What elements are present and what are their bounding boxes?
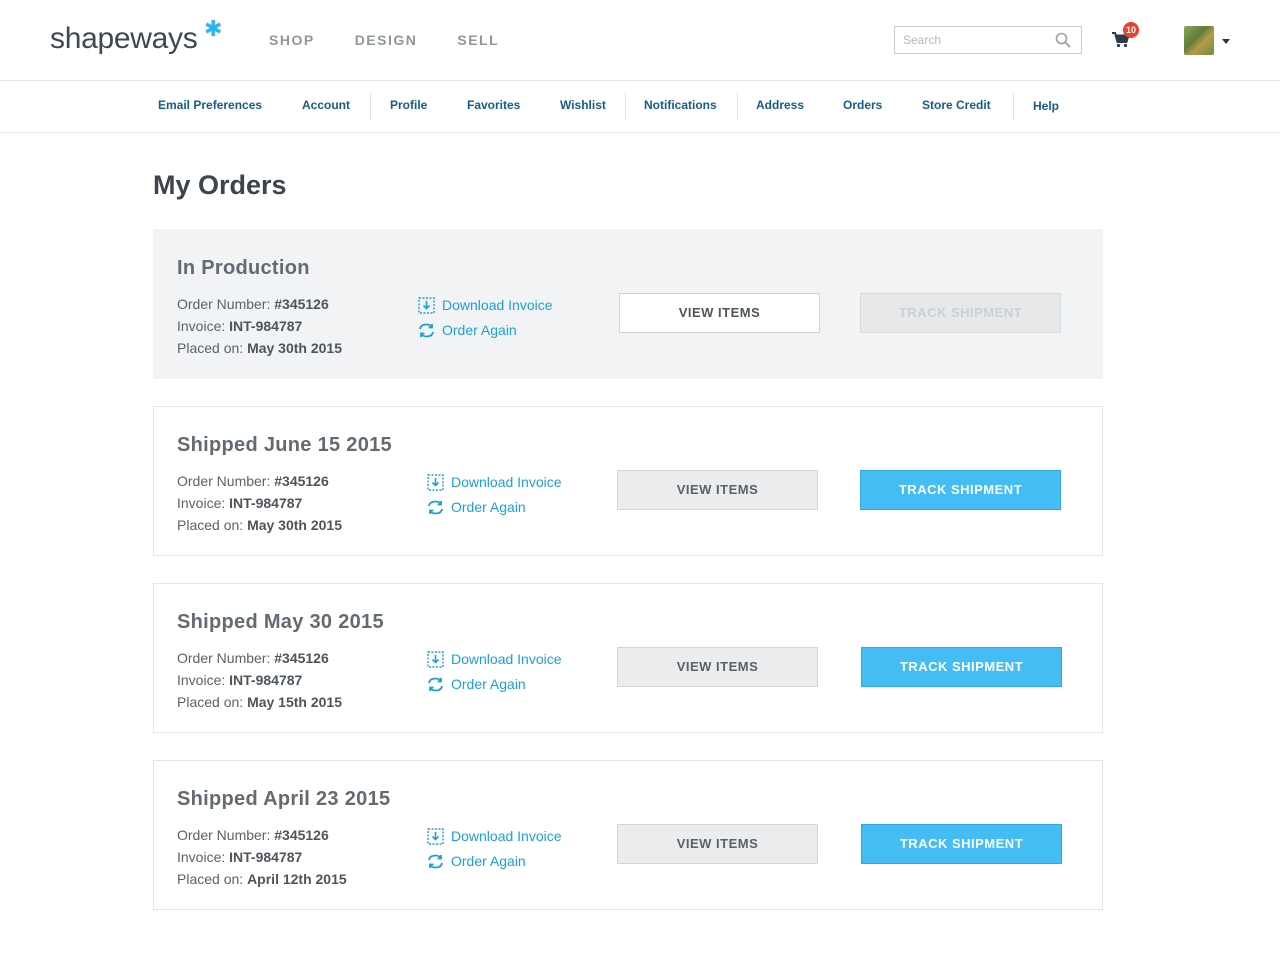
order-details: Order Number: #345126 Invoice: INT-98478… [177,293,342,359]
order-details: Order Number: #345126 Invoice: INT-98478… [177,647,342,713]
placed-on-label: Placed on: [177,340,244,356]
order-links: Download Invoice Order Again [427,470,562,520]
subnav-account[interactable]: Account [302,98,350,112]
order-number-value: #345126 [274,296,329,312]
view-items-button[interactable]: VIEW ITEMS [617,647,818,687]
track-shipment-button: TRACK SHIPMENT [860,293,1061,333]
download-invoice-icon [427,651,444,668]
subnav-divider [1013,93,1014,120]
placed-on-value: May 30th 2015 [247,340,343,356]
placed-on-label: Placed on: [177,871,244,887]
shapeways-logo[interactable]: shapeways ✱ [50,16,222,56]
subnav-orders[interactable]: Orders [843,98,882,112]
refresh-icon [428,677,443,692]
top-header: shapeways ✱ SHOP DESIGN SELL 10 [0,0,1280,81]
order-number-label: Order Number: [177,296,271,312]
subnav-help[interactable]: Help [1033,99,1059,113]
order-number-label: Order Number: [177,473,271,489]
placed-on-value: April 12th 2015 [247,871,347,887]
order-again-link[interactable]: Order Again [427,672,562,697]
cart-count-badge: 10 [1123,22,1139,38]
order-links: Download Invoice Order Again [427,824,562,874]
order-details: Order Number: #345126 Invoice: INT-98478… [177,470,342,536]
subnav-address[interactable]: Address [756,98,804,112]
download-invoice-link[interactable]: Download Invoice [418,293,553,318]
order-again-link[interactable]: Order Again [418,318,553,343]
subnav-store-credit[interactable]: Store Credit [922,98,991,112]
order-status: In Production [177,257,310,279]
logo-text: shapeways [50,22,198,55]
download-invoice-link[interactable]: Download Invoice [427,470,562,495]
placed-on-value: May 15th 2015 [247,694,343,710]
track-shipment-button[interactable]: TRACK SHIPMENT [861,647,1062,687]
avatar-dropdown-caret-icon[interactable] [1222,39,1230,44]
download-invoice-link[interactable]: Download Invoice [427,647,562,672]
subnav-divider [370,93,371,120]
download-invoice-icon [427,474,444,491]
order-number-value: #345126 [274,827,329,843]
invoice-value: INT-984787 [229,495,303,511]
search-input[interactable] [895,27,1045,53]
order-details: Order Number: #345126 Invoice: INT-98478… [177,824,347,890]
nav-design[interactable]: DESIGN [355,32,418,48]
subnav-favorites[interactable]: Favorites [467,98,520,112]
download-invoice-icon [418,297,435,314]
invoice-value: INT-984787 [229,672,303,688]
subnav-notifications[interactable]: Notifications [644,98,717,112]
logo-star-icon: ✱ [204,16,223,41]
download-invoice-link[interactable]: Download Invoice [427,824,562,849]
main-nav: SHOP DESIGN SELL [269,32,539,48]
view-items-button[interactable]: VIEW ITEMS [617,470,818,510]
placed-on-label: Placed on: [177,517,244,533]
subnav-wishlist[interactable]: Wishlist [560,98,606,112]
avatar[interactable] [1184,26,1214,55]
account-sub-nav: Email Preferences Account Profile Favori… [0,81,1280,133]
invoice-value: INT-984787 [229,318,303,334]
order-card: In Production Order Number: #345126 Invo… [153,229,1103,379]
order-again-link[interactable]: Order Again [427,495,562,520]
track-shipment-button[interactable]: TRACK SHIPMENT [860,470,1061,510]
nav-sell[interactable]: SELL [457,32,499,48]
view-items-button[interactable]: VIEW ITEMS [619,293,820,333]
subnav-profile[interactable]: Profile [390,98,427,112]
order-card: Shipped April 23 2015 Order Number: #345… [153,760,1103,910]
view-items-button[interactable]: VIEW ITEMS [617,824,818,864]
invoice-label: Invoice: [177,318,226,334]
invoice-label: Invoice: [177,849,226,865]
nav-shop[interactable]: SHOP [269,32,315,48]
order-number-label: Order Number: [177,650,271,666]
invoice-label: Invoice: [177,495,226,511]
order-number-value: #345126 [274,650,329,666]
search-box [894,26,1082,54]
invoice-value: INT-984787 [229,849,303,865]
order-number-value: #345126 [274,473,329,489]
subnav-divider [737,93,738,120]
placed-on-label: Placed on: [177,694,244,710]
order-links: Download Invoice Order Again [418,293,553,343]
order-card: Shipped May 30 2015 Order Number: #34512… [153,583,1103,733]
track-shipment-button[interactable]: TRACK SHIPMENT [861,824,1062,864]
order-status: Shipped May 30 2015 [177,611,384,633]
invoice-label: Invoice: [177,672,226,688]
order-card: Shipped June 15 2015 Order Number: #3451… [153,406,1103,556]
subnav-email-preferences[interactable]: Email Preferences [158,98,262,112]
order-number-label: Order Number: [177,827,271,843]
order-again-link[interactable]: Order Again [427,849,562,874]
placed-on-value: May 30th 2015 [247,517,343,533]
subnav-divider [625,93,626,120]
search-icon[interactable] [1055,32,1071,48]
refresh-icon [428,854,443,869]
order-status: Shipped April 23 2015 [177,788,391,810]
order-links: Download Invoice Order Again [427,647,562,697]
download-invoice-icon [427,828,444,845]
page-title: My Orders [153,170,287,200]
order-status: Shipped June 15 2015 [177,434,392,456]
refresh-icon [419,323,434,338]
refresh-icon [428,500,443,515]
